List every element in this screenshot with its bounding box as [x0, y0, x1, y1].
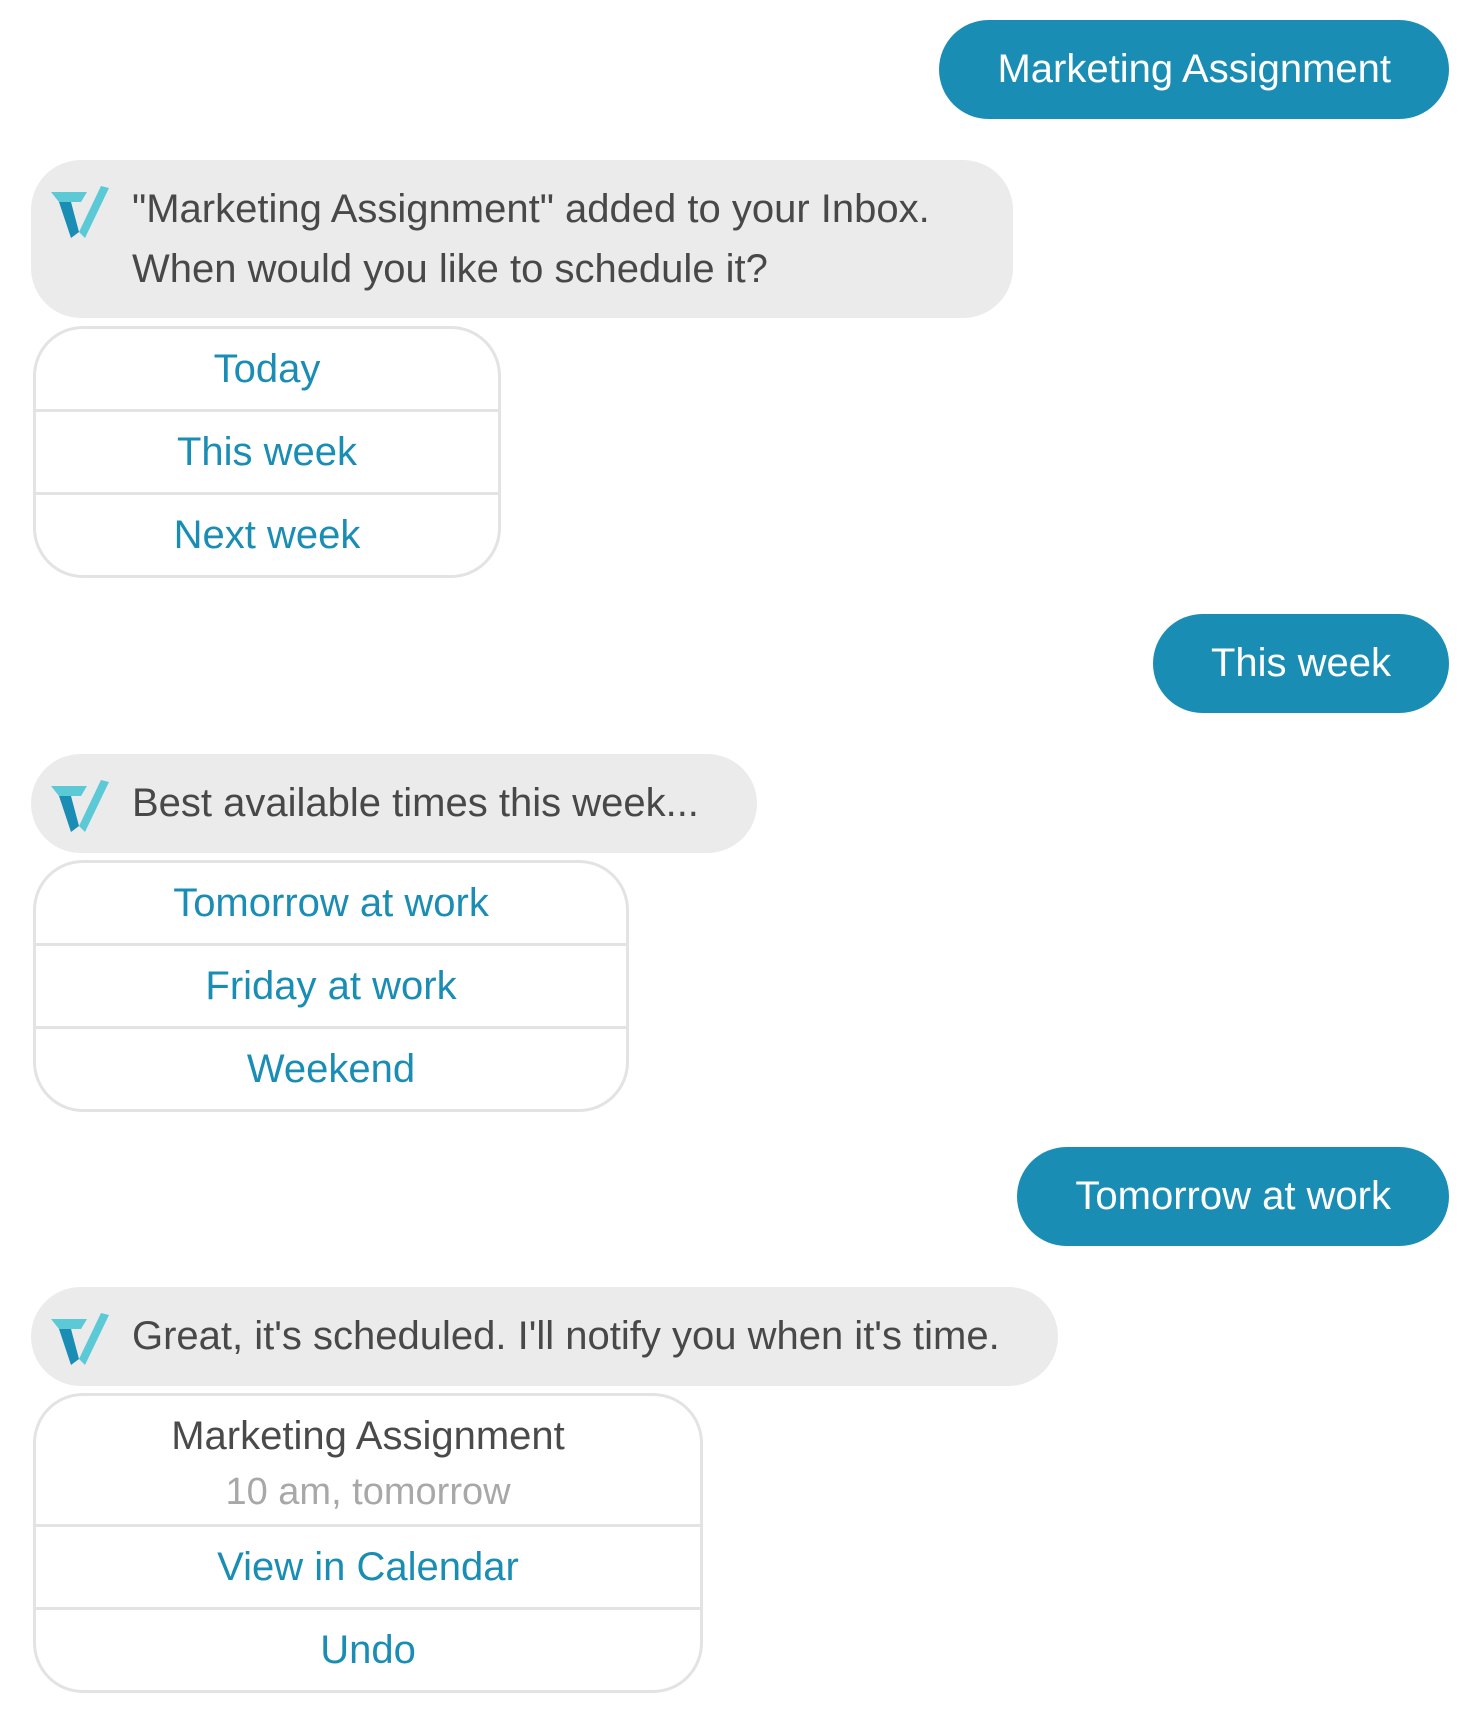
option-next-week[interactable]: Next week: [36, 492, 498, 575]
view-in-calendar-button[interactable]: View in Calendar: [36, 1524, 700, 1607]
option-tomorrow-at-work[interactable]: Tomorrow at work: [36, 863, 626, 943]
bot-message-bubble: Great, it's scheduled. I'll notify you w…: [31, 1287, 1058, 1386]
bot-message-line: "Marketing Assignment" added to your Inb…: [132, 187, 930, 231]
bot-message-line: Great, it's scheduled. I'll notify you w…: [132, 1314, 1000, 1358]
undo-button[interactable]: Undo: [36, 1607, 700, 1690]
taskbot-logo-icon: [49, 182, 111, 244]
user-message-bubble: This week: [1152, 614, 1449, 713]
bot-message-line: When would you like to schedule it?: [132, 247, 768, 291]
bot-message-bubble: "Marketing Assignment" added to your Inb…: [31, 160, 1013, 318]
scheduled-task-card: Marketing Assignment 10 am, tomorrow Vie…: [33, 1393, 703, 1693]
quick-reply-options: Today This week Next week: [33, 326, 501, 578]
quick-reply-options: Tomorrow at work Friday at work Weekend: [33, 860, 629, 1112]
user-message-bubble: Tomorrow at work: [1017, 1147, 1449, 1246]
task-time: 10 am, tomorrow: [225, 1471, 511, 1513]
option-weekend[interactable]: Weekend: [36, 1026, 626, 1109]
taskbot-logo-icon: [49, 776, 111, 838]
bot-message-bubble: Best available times this week...: [31, 754, 757, 853]
taskbot-logo-icon: [49, 1309, 111, 1371]
user-message-bubble: Marketing Assignment: [939, 20, 1449, 119]
option-friday-at-work[interactable]: Friday at work: [36, 943, 626, 1026]
option-this-week[interactable]: This week: [36, 409, 498, 492]
option-today[interactable]: Today: [36, 329, 498, 409]
task-title: Marketing Assignment: [171, 1414, 565, 1458]
bot-message-line: Best available times this week...: [132, 781, 699, 825]
scheduled-task-summary: Marketing Assignment 10 am, tomorrow: [36, 1396, 700, 1524]
